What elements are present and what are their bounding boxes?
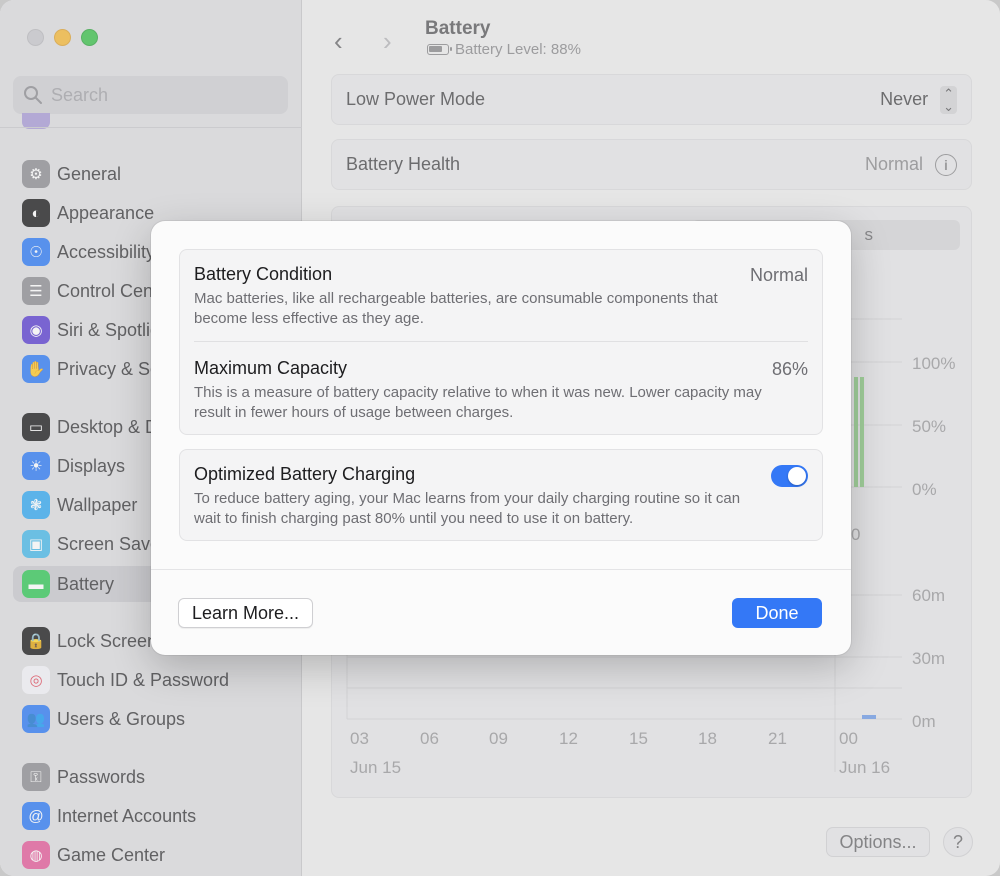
battery-info-group: Battery Condition Normal Mac batteries, …	[179, 249, 823, 435]
optimized-charging-row: Optimized Battery Charging To reduce bat…	[180, 450, 822, 529]
optimized-charging-description: To reduce battery aging, your Mac learns…	[194, 490, 741, 527]
maximum-capacity-row: Maximum Capacity 86% This is a measure o…	[180, 342, 822, 423]
battery-health-sheet: Battery Condition Normal Mac batteries, …	[151, 221, 851, 655]
battery-condition-description: Mac batteries, like all rechargeable bat…	[194, 290, 718, 327]
done-button[interactable]: Done	[732, 598, 822, 628]
settings-window: ⚙General◐Appearance☉Accessibility☰Contro…	[0, 0, 1000, 876]
battery-condition-value: Normal	[749, 265, 808, 285]
optimized-charging-title: Optimized Battery Charging	[194, 464, 416, 484]
optimized-charging-toggle[interactable]	[771, 465, 808, 487]
maximum-capacity-value: 86%	[771, 359, 808, 379]
battery-condition-title: Battery Condition	[194, 264, 333, 284]
footer-divider	[151, 569, 851, 570]
battery-condition-row: Battery Condition Normal Mac batteries, …	[180, 250, 822, 329]
optimized-charging-group: Optimized Battery Charging To reduce bat…	[179, 449, 823, 541]
learn-more-button[interactable]: Learn More...	[178, 598, 313, 628]
maximum-capacity-title: Maximum Capacity	[194, 358, 348, 378]
maximum-capacity-description: This is a measure of battery capacity re…	[194, 384, 762, 421]
